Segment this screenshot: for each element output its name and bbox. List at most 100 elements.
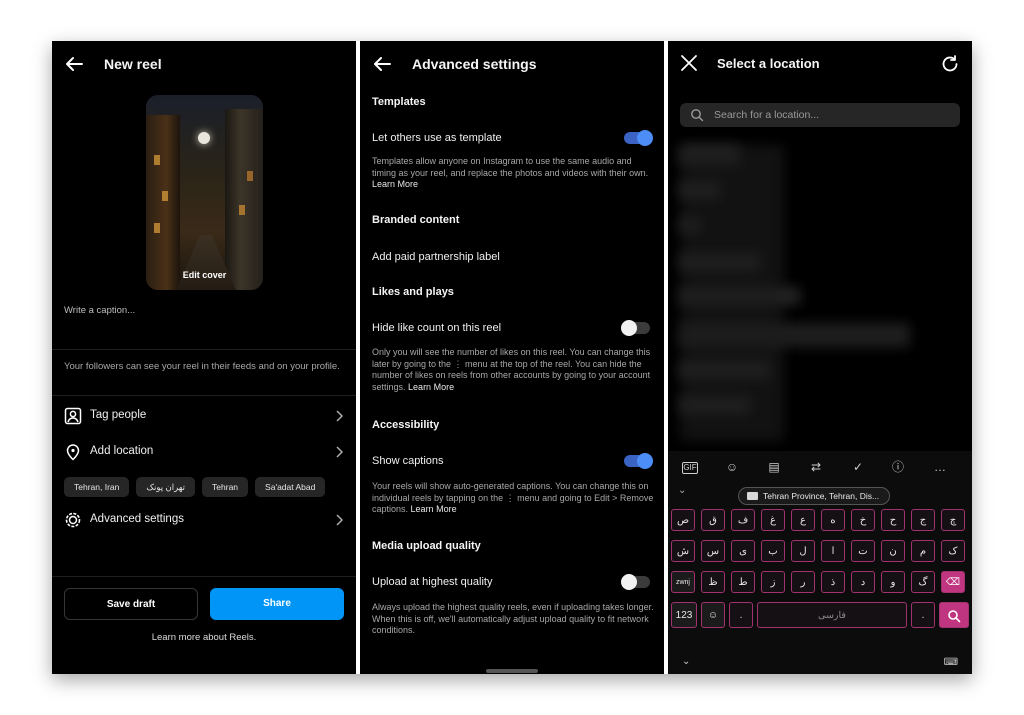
location-chip[interactable]: Tehran bbox=[202, 477, 249, 497]
page-title: New reel bbox=[104, 56, 162, 72]
info-icon[interactable]: ⓘ bbox=[890, 459, 906, 475]
location-chip[interactable]: Tehran, Iran bbox=[64, 477, 130, 497]
key[interactable]: س bbox=[701, 540, 725, 562]
key[interactable]: ر bbox=[791, 571, 815, 593]
toggle-knob bbox=[621, 574, 637, 590]
close-icon[interactable] bbox=[680, 54, 698, 72]
toggle-knob bbox=[621, 320, 637, 336]
sticker-icon[interactable]: ☺ bbox=[724, 459, 740, 475]
key[interactable]: ز bbox=[761, 571, 785, 593]
new-reel-panel: New reel Edit cover Write a caption... Y… bbox=[52, 41, 356, 674]
translate-icon[interactable]: ⇄ bbox=[808, 459, 824, 475]
learn-more-link[interactable]: Learn More bbox=[372, 179, 418, 189]
thumbnail-moon bbox=[198, 132, 210, 144]
key-dot[interactable]: . bbox=[729, 602, 753, 628]
back-arrow-icon[interactable] bbox=[64, 54, 84, 74]
tag-people-row[interactable]: Tag people bbox=[64, 405, 344, 427]
key[interactable]: ذ bbox=[821, 571, 845, 593]
key[interactable]: ف bbox=[731, 509, 755, 531]
key[interactable]: ص bbox=[671, 509, 695, 531]
share-button[interactable]: Share bbox=[210, 588, 344, 620]
location-chip[interactable]: Sa'adat Abad bbox=[255, 477, 326, 497]
learn-more-reels-link[interactable]: Learn more about Reels. bbox=[52, 632, 356, 643]
caption-input[interactable]: Write a caption... bbox=[64, 305, 135, 316]
keyboard-icon[interactable]: ⌨ bbox=[944, 657, 958, 668]
add-location-row[interactable]: Add location bbox=[64, 441, 344, 463]
page-title: Advanced settings bbox=[412, 56, 537, 72]
key[interactable]: ا bbox=[821, 540, 845, 562]
search-key[interactable] bbox=[939, 602, 969, 628]
show-captions-toggle[interactable] bbox=[624, 453, 653, 469]
reel-cover-thumbnail[interactable]: Edit cover bbox=[146, 95, 263, 290]
key[interactable]: د bbox=[851, 571, 875, 593]
space-key[interactable]: فارسی bbox=[757, 602, 907, 628]
location-pin-icon bbox=[66, 444, 80, 461]
key[interactable]: ح bbox=[881, 509, 905, 531]
key[interactable]: ش bbox=[671, 540, 695, 562]
gif-icon[interactable]: GIF bbox=[682, 462, 698, 474]
upload-highest-option-label: Upload at highest quality bbox=[372, 576, 493, 588]
key[interactable]: ع bbox=[791, 509, 815, 531]
toggle-knob bbox=[637, 130, 653, 146]
gear-icon bbox=[65, 512, 81, 528]
key[interactable]: غ bbox=[761, 509, 785, 531]
spellcheck-icon[interactable]: ✓ bbox=[850, 459, 866, 475]
location-suggestions: Tehran, Iran تهران پونک Tehran Sa'adat Abad bbox=[64, 477, 356, 497]
key[interactable]: گ bbox=[911, 571, 935, 593]
key[interactable]: خ bbox=[851, 509, 875, 531]
header: Advanced settings bbox=[360, 41, 664, 87]
chevron-down-icon[interactable]: ⌄ bbox=[682, 656, 690, 667]
key[interactable]: ن bbox=[881, 540, 905, 562]
zwnj-key[interactable]: zwnj bbox=[671, 571, 695, 593]
location-suggestion-chip[interactable]: Tehran Province, Tehran, Dis... bbox=[738, 487, 891, 505]
key[interactable]: چ bbox=[941, 509, 965, 531]
location-chip[interactable]: تهران پونک bbox=[136, 477, 196, 497]
key[interactable]: ل bbox=[791, 540, 815, 562]
learn-more-link[interactable]: Learn More bbox=[408, 382, 454, 392]
key[interactable]: ک bbox=[941, 540, 965, 562]
hide-like-option-label: Hide like count on this reel bbox=[372, 322, 502, 334]
emoji-icon[interactable]: ☺ bbox=[701, 602, 725, 628]
key[interactable]: ط bbox=[731, 571, 755, 593]
numbers-key[interactable]: 123 bbox=[671, 602, 697, 628]
tag-person-icon bbox=[64, 407, 82, 425]
key[interactable]: ی bbox=[731, 540, 755, 562]
template-toggle[interactable] bbox=[624, 130, 653, 146]
keyboard-row: ش س ی ب ل ا ت ن م ک bbox=[671, 540, 969, 562]
paid-partnership-option[interactable]: Add paid partnership label bbox=[372, 251, 500, 263]
thumbnail-wall-right bbox=[225, 109, 263, 290]
search-placeholder: Search for a location... bbox=[714, 109, 820, 121]
branded-content-header: Branded content bbox=[372, 214, 460, 226]
advanced-settings-row[interactable]: Advanced settings bbox=[64, 509, 344, 531]
followers-note: Your followers can see your reel in thei… bbox=[64, 361, 340, 372]
more-icon[interactable]: … bbox=[932, 459, 948, 475]
upload-highest-toggle[interactable] bbox=[621, 574, 650, 590]
collapse-keyboard-icon[interactable]: ⌄ bbox=[678, 485, 686, 496]
key[interactable]: م bbox=[911, 540, 935, 562]
key[interactable]: ت bbox=[851, 540, 875, 562]
edit-cover-label[interactable]: Edit cover bbox=[146, 270, 263, 280]
back-arrow-icon[interactable] bbox=[372, 54, 392, 74]
hide-like-toggle[interactable] bbox=[621, 320, 650, 336]
location-search-input[interactable]: Search for a location... bbox=[680, 103, 960, 127]
backspace-key[interactable]: ⌫ bbox=[941, 571, 965, 593]
thumbnail-window bbox=[162, 191, 168, 201]
refresh-icon[interactable] bbox=[940, 54, 960, 74]
key[interactable]: و bbox=[881, 571, 905, 593]
thumbnail-wall-left bbox=[146, 115, 180, 290]
save-draft-button[interactable]: Save draft bbox=[64, 588, 198, 620]
clipboard-icon[interactable]: ▤ bbox=[766, 459, 782, 475]
key[interactable]: ب bbox=[761, 540, 785, 562]
thumbnail-window bbox=[247, 171, 253, 181]
learn-more-link[interactable]: Learn More bbox=[411, 504, 457, 514]
select-location-panel: Select a location Search for a location.… bbox=[668, 41, 972, 674]
key[interactable]: ظ bbox=[701, 571, 725, 593]
search-icon bbox=[948, 610, 961, 623]
key[interactable]: ج bbox=[911, 509, 935, 531]
add-location-label: Add location bbox=[90, 445, 154, 457]
key-dot[interactable]: . bbox=[911, 602, 935, 628]
key[interactable]: ه bbox=[821, 509, 845, 531]
toggle-knob bbox=[637, 453, 653, 469]
key[interactable]: ق bbox=[701, 509, 725, 531]
header: New reel bbox=[52, 41, 356, 87]
